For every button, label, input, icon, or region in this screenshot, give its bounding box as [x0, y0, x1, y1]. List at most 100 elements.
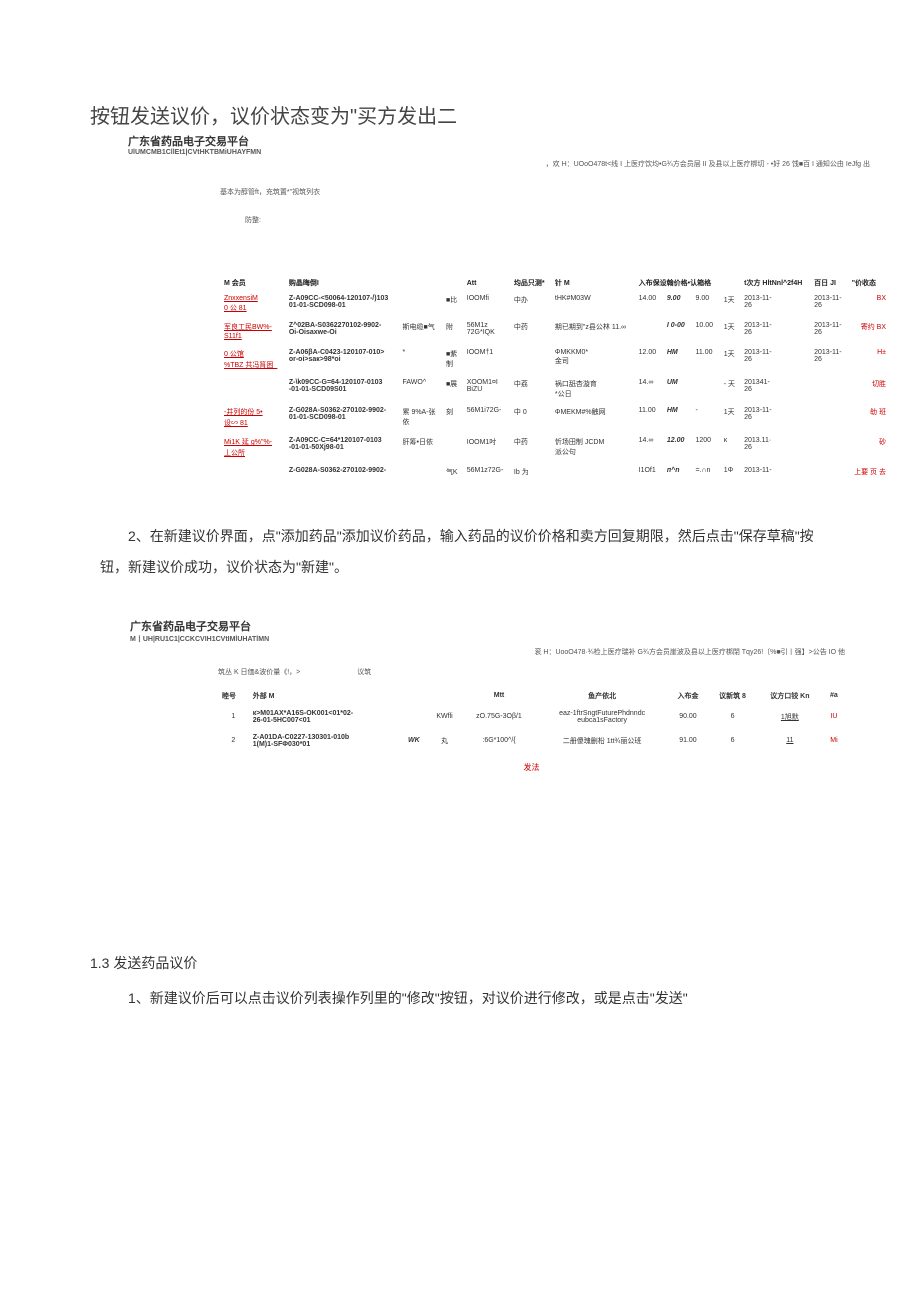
- row-left-labels: [220, 463, 285, 481]
- row-action[interactable]: Mi: [823, 729, 845, 753]
- cell: 中药: [510, 433, 551, 463]
- th: 百日 JI: [810, 275, 848, 291]
- cell: к>M01AX*A16S-OK001<01*02-26-01-5HC007<01: [249, 705, 400, 729]
- footer-link[interactable]: 发法: [524, 763, 540, 772]
- cell: 11: [757, 729, 823, 753]
- th: 购晶晦倒I: [285, 275, 399, 291]
- cell: =.∩n: [691, 463, 719, 481]
- th: "价收态: [848, 275, 890, 291]
- cell: IOOMfi: [463, 291, 510, 318]
- cell: ΦMKKM0*金司: [551, 345, 635, 375]
- cell: 56M1z72G-: [463, 463, 510, 481]
- cell: 12.00: [635, 345, 663, 375]
- cell: 1天: [720, 291, 740, 318]
- table-row: 0 公馆%TBZ 共冯筲困_Z-A06βA-C0423-120107-010>o…: [220, 345, 890, 375]
- left-label[interactable]: 0 公 81: [224, 303, 281, 313]
- cell: 12.00: [663, 433, 692, 463]
- cell: I1Of1: [635, 463, 663, 481]
- table-1-wrap: M 会员 购晶晦倒I Att 均品只测* 针 M 入布保设翰价格•认箱格 t次方…: [220, 275, 890, 481]
- left-label[interactable]: %TBZ 共冯筲困_: [224, 360, 281, 370]
- table-row: Z-\k09CC-G=64-120107-0103-01-01-SCD09S01…: [220, 375, 890, 403]
- cell: 1旭默: [757, 705, 823, 729]
- cell: I 0-00: [663, 318, 692, 345]
- cell: 9.00: [691, 291, 719, 318]
- cell: [635, 318, 663, 345]
- th: [428, 687, 462, 705]
- left-label[interactable]: 军良工民BW%-: [224, 322, 281, 332]
- row-left-labels: 0 公馆%TBZ 共冯筲困_: [220, 345, 285, 375]
- row-action[interactable]: BX: [848, 291, 890, 318]
- row-action[interactable]: 上要 页 去: [848, 463, 890, 481]
- cell: [810, 463, 848, 481]
- table-row: ZnxxensiM0 公 81 Z-A09CC-<50064-120107-/)1…: [220, 291, 890, 318]
- cell: [810, 403, 848, 433]
- filter-row-2: 防整:: [245, 215, 920, 225]
- table-header-row: M 会员 购晶晦倒I Att 均品只测* 针 M 入布保设翰价格•认箱格 t次方…: [220, 275, 890, 291]
- row-action[interactable]: 劺 班: [848, 403, 890, 433]
- filter-row-3: 筑丛 K 日価&波价量《!，> 议筑: [218, 667, 920, 677]
- cell: 肝筹•日依: [399, 433, 442, 463]
- cell: 6: [708, 705, 757, 729]
- left-label[interactable]: -井列的份 5•: [224, 407, 281, 417]
- platform-sub: UlUMCMB1CllEt1|CVtHKTBMiUHAYFMN: [128, 149, 920, 156]
- cell: 忻场田制 JCDM派公句: [551, 433, 635, 463]
- cell: 2013-11-26: [740, 291, 810, 318]
- cell: 14.00: [635, 291, 663, 318]
- left-label[interactable]: Mi1K 延 g%"%-: [224, 437, 281, 447]
- platform-name: 广东省药品电子交易平台: [128, 133, 920, 149]
- cell: 2: [218, 729, 249, 753]
- cell: 2013-11-26: [740, 403, 810, 433]
- left-label[interactable]: S11f1: [224, 333, 281, 340]
- cell: [399, 291, 442, 318]
- cell: ΦMEKM#%触网: [551, 403, 635, 433]
- cell: 2013-11-26: [740, 345, 810, 375]
- left-label[interactable]: 设∽ 81: [224, 418, 281, 428]
- cell: :6G*100^/{: [462, 729, 537, 753]
- platform-name-2: 广东省药品电子交易平台: [130, 618, 920, 634]
- th: 针 M: [551, 275, 635, 291]
- table-row: -井列的份 5•设∽ 81 Z-G028A-S0362-270102-9902-0…: [220, 403, 890, 433]
- cell: 累 9%A-张依: [399, 403, 442, 433]
- left-label[interactable]: 丄公所: [224, 448, 281, 458]
- th: 外部 M: [249, 687, 400, 705]
- row-action[interactable]: 切胜: [848, 375, 890, 403]
- row-action[interactable]: 寄约 BX: [848, 318, 890, 345]
- row-code: Z-A09CC-<50064-120107-/)10301-01-SCD098-…: [285, 291, 399, 318]
- cell: 11.00: [635, 403, 663, 433]
- cell: [400, 705, 427, 729]
- table-row: Z-G028A-S0362-270102-9902-气K56M1z72G-Ib …: [220, 463, 890, 481]
- breadcrumb-2: 衮 H：UooO478·¾检上医疗瑞补 G¾方会员崖波及县以上医疗梆閉 Tqy2…: [0, 647, 920, 657]
- row-action[interactable]: IU: [823, 705, 845, 729]
- cell: 期已期到"z县公林 11.∞: [551, 318, 635, 345]
- cell: 丸: [428, 729, 462, 753]
- row-action[interactable]: 砂: [848, 433, 890, 463]
- cell: 14.∞: [635, 433, 663, 463]
- filter-row-1: 基本为醇管ft，充筑置*"视筑列衣: [220, 187, 920, 197]
- cell: FAWO^: [399, 375, 442, 403]
- section-1-3-title: 1.3 发送药品议价: [90, 953, 820, 973]
- cell: 1: [218, 705, 249, 729]
- cell: 9.00: [663, 291, 692, 318]
- cell: [442, 433, 463, 463]
- cell: eaz-1ftrSngtFuturePhdnndceubca1sFactory: [536, 705, 667, 729]
- cell: 91.00: [668, 729, 708, 753]
- left-label[interactable]: 0 公馆: [224, 349, 281, 359]
- cell: [399, 463, 442, 481]
- row-code: Z-A09CC-C=64*120107-0103-01-01-50Xj98-01: [285, 433, 399, 463]
- cell: zO.75G-3Oβ/1: [462, 705, 537, 729]
- left-label[interactable]: ZnxxensiM: [224, 295, 281, 302]
- row-left-labels: [220, 375, 285, 403]
- cell: HM: [663, 345, 692, 375]
- th: [399, 275, 442, 291]
- table-row: 2Z-A01DA-C0227-130301-010b1(M)1-SFΦ030*0…: [218, 729, 845, 753]
- breadcrumb: ，欢 H：UOoO478t<线 I 上医疗饮均•G¾方会员层 II 及县以上医疗…: [0, 159, 920, 169]
- cell: 中办: [510, 291, 551, 318]
- cell: 56M1z72G*IQK: [463, 318, 510, 345]
- platform-header-1: 广东省药品电子交易平台 UlUMCMB1CllEt1|CVtHKTBMiUHAY…: [128, 133, 920, 156]
- row-code: Z^02BA-S0362270102-9902-Oi-Oisaxwe-Oi: [285, 318, 399, 345]
- cell: ■展: [442, 375, 463, 403]
- row-code: Z-G028A-S0362-270102-9902-01-01-SCD098-0…: [285, 403, 399, 433]
- data-table-1: M 会员 购晶晦倒I Att 均品只测* 针 M 入布保设翰价格•认箱格 t次方…: [220, 275, 890, 481]
- row-action[interactable]: H±: [848, 345, 890, 375]
- cell: 6: [708, 729, 757, 753]
